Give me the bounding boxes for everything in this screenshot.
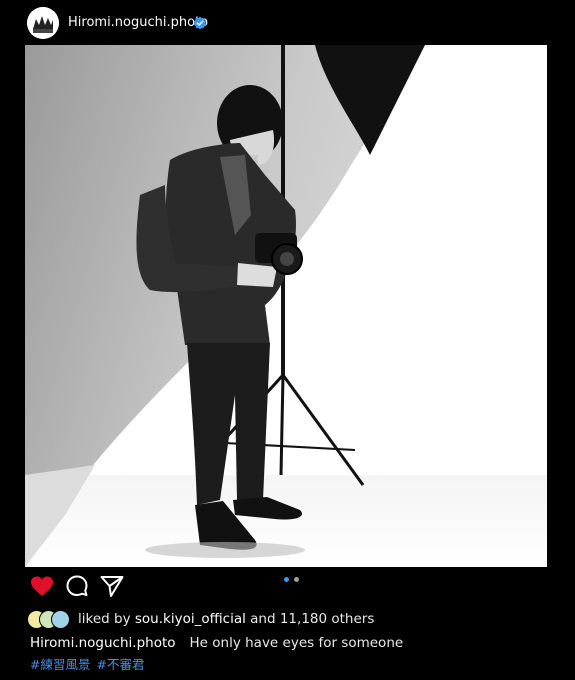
post-header: Hiromi.noguchi.photo — [0, 0, 575, 45]
carousel-dot-active[interactable] — [284, 577, 289, 582]
hashtag-link[interactable]: #練習風景 — [30, 657, 90, 672]
caption-username[interactable]: Hiromi.noguchi.photo — [30, 635, 176, 651]
post-username[interactable]: Hiromi.noguchi.photo — [68, 14, 208, 32]
comment-icon[interactable] — [63, 572, 91, 600]
send-icon[interactable] — [98, 572, 126, 600]
likes-summary: liked by sou.kiyoi_official and 11,180 o… — [27, 608, 567, 630]
post-image[interactable] — [25, 45, 547, 567]
caption-text: He only have eyes for someone — [189, 635, 404, 651]
carousel-dot[interactable] — [294, 577, 299, 582]
avatar-image — [27, 7, 59, 39]
liker-username[interactable]: sou.kiyoi_official — [135, 611, 246, 627]
hashtag-link[interactable]: #不審君 — [96, 657, 144, 672]
liker-avatar — [51, 610, 70, 629]
carousel-indicator — [284, 577, 304, 583]
profile-avatar[interactable] — [27, 7, 59, 39]
illustration-photographer-with-camera — [25, 45, 547, 567]
likes-conjunction: and — [250, 611, 276, 627]
liker-avatars[interactable] — [27, 610, 73, 629]
post-caption: Hiromi.noguchi.photo He only have eyes fo… — [30, 634, 403, 652]
likes-prefix: liked by — [78, 611, 131, 627]
heart-icon[interactable] — [28, 572, 56, 600]
likes-text: liked by sou.kiyoi_official and 11,180 o… — [78, 610, 374, 628]
verified-badge-icon — [193, 16, 207, 30]
likes-others[interactable]: 11,180 others — [280, 611, 375, 627]
hashtags: #練習風景 #不審君 — [30, 656, 146, 674]
